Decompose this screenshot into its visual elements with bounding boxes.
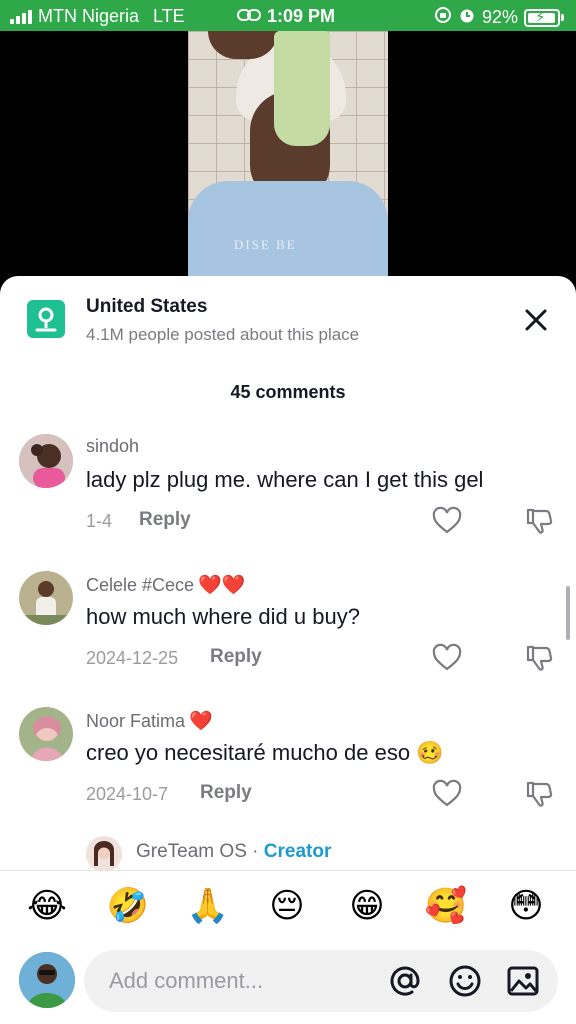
comment-emoji: 🥴	[416, 740, 444, 765]
image-upload-icon[interactable]	[506, 964, 540, 998]
username-text: sindoh	[86, 436, 140, 456]
comment-text: lady plz plug me. where can I get this g…	[86, 467, 484, 492]
mention-icon[interactable]	[388, 964, 422, 998]
video-preview[interactable]: DISE BE	[188, 31, 388, 291]
emoji-smiling-hearts[interactable]: 🥰	[423, 883, 469, 929]
username-badge: ❤️❤️	[198, 575, 246, 596]
avatar[interactable]	[86, 836, 122, 872]
emoji-flushed[interactable]: 😳	[503, 883, 549, 929]
heart-outline-icon	[432, 779, 462, 807]
emoji-pray[interactable]: 🙏	[185, 883, 231, 929]
separator-dot: ·	[252, 841, 259, 862]
battery-icon: ⚡	[524, 8, 560, 27]
status-right: 92% ⚡	[434, 6, 564, 29]
emoji-grin[interactable]: 😁	[344, 883, 390, 929]
emoji-pensive[interactable]: 😔	[264, 883, 310, 929]
comment-text: how much where did u buy?	[86, 604, 360, 629]
close-button[interactable]	[520, 304, 552, 336]
battery-percent: 92%	[481, 7, 518, 27]
username-text: Noor Fatima	[86, 710, 186, 731]
person-shirt	[188, 181, 388, 291]
avatar[interactable]	[19, 707, 73, 761]
creator-badge: Creator	[263, 841, 332, 862]
comment-input-placeholder: Add comment...	[109, 968, 264, 993]
carrier-name: MTN Nigeria	[38, 6, 140, 26]
emoji-picker-icon[interactable]	[448, 964, 482, 998]
comment-count: 45 comments	[230, 382, 346, 402]
avatar[interactable]	[19, 571, 73, 625]
reply-username: GreTeam OS · Creator	[136, 841, 331, 863]
like-button[interactable]	[432, 643, 462, 673]
reply-preview[interactable]: GreTeam OS · Creator	[86, 836, 486, 872]
dislike-button[interactable]	[524, 506, 554, 536]
status-center: 1:09 PM	[237, 6, 335, 27]
status-left: MTN Nigeria LTE	[10, 6, 185, 27]
orientation-lock-icon	[434, 6, 452, 29]
heart-outline-icon	[432, 506, 462, 534]
like-button[interactable]	[432, 506, 462, 536]
comment-text: creo yo necesitaré mucho de eso 🥴	[86, 740, 444, 766]
comment-date: 2024-10-7	[86, 784, 169, 804]
screen: MTN Nigeria LTE 1:09 PM 92% ⚡ DISE BE Un…	[0, 0, 576, 1024]
emoji-bar: 😂 🤣 🙏 😔 😁 🥰 😳	[0, 870, 576, 942]
avatar[interactable]	[19, 434, 73, 488]
comment-item: sindoh lady plz plug me. where can I get…	[0, 434, 576, 554]
location-pin-icon	[27, 300, 65, 338]
reply-username-text: GreTeam OS	[136, 841, 247, 862]
comment-text-body: creo yo necesitaré mucho de eso	[86, 740, 411, 765]
reply-button[interactable]: Reply	[139, 509, 191, 531]
clock: 1:09 PM	[267, 6, 336, 26]
thumbs-down-icon	[526, 508, 553, 534]
network-type: LTE	[153, 6, 185, 26]
signal-icon	[10, 9, 32, 24]
comment-item: Noor Fatima ❤️ creo yo necesitaré mucho …	[0, 707, 576, 827]
scrollbar[interactable]	[566, 586, 570, 640]
thumbs-down-icon	[526, 645, 553, 671]
gel-tube	[274, 31, 330, 146]
shirt-print: DISE BE	[234, 237, 297, 252]
comment-username[interactable]: sindoh	[86, 436, 139, 457]
emoji-rofl[interactable]: 🤣	[105, 883, 151, 929]
heart-outline-icon	[432, 643, 462, 671]
comment-username[interactable]: Celele #Cece ❤️❤️	[86, 573, 245, 597]
like-button[interactable]	[432, 779, 462, 809]
emoji-tears-of-joy[interactable]: 😂	[24, 883, 70, 929]
comment-input[interactable]: Add comment...	[84, 950, 558, 1012]
status-bar: MTN Nigeria LTE 1:09 PM 92% ⚡	[0, 0, 576, 31]
alarm-icon	[458, 6, 476, 29]
reply-button[interactable]: Reply	[210, 646, 262, 668]
place-header[interactable]: United States 4.1M people posted about t…	[0, 276, 576, 356]
close-icon	[525, 309, 547, 331]
comment-input-row: Add comment...	[0, 942, 576, 1024]
thumbs-down-icon	[526, 781, 553, 807]
comment-date: 1-4	[86, 511, 113, 531]
comment-date: 2024-12-25	[86, 648, 179, 668]
dislike-button[interactable]	[524, 779, 554, 809]
comment-item: Celele #Cece ❤️❤️ how much where did u b…	[0, 571, 576, 691]
comment-username[interactable]: Noor Fatima ❤️	[86, 709, 213, 733]
battery-tip	[561, 14, 564, 21]
comments-sheet: United States 4.1M people posted about t…	[0, 276, 576, 1024]
reply-button[interactable]: Reply	[200, 782, 252, 804]
username-badge: ❤️	[189, 711, 213, 732]
link-icon	[237, 6, 261, 27]
username-text: Celele #Cece	[86, 574, 195, 595]
dislike-button[interactable]	[524, 643, 554, 673]
my-avatar[interactable]	[19, 952, 75, 1008]
place-title: United States	[86, 296, 208, 317]
place-subtitle: 4.1M people posted about this place	[86, 325, 360, 344]
